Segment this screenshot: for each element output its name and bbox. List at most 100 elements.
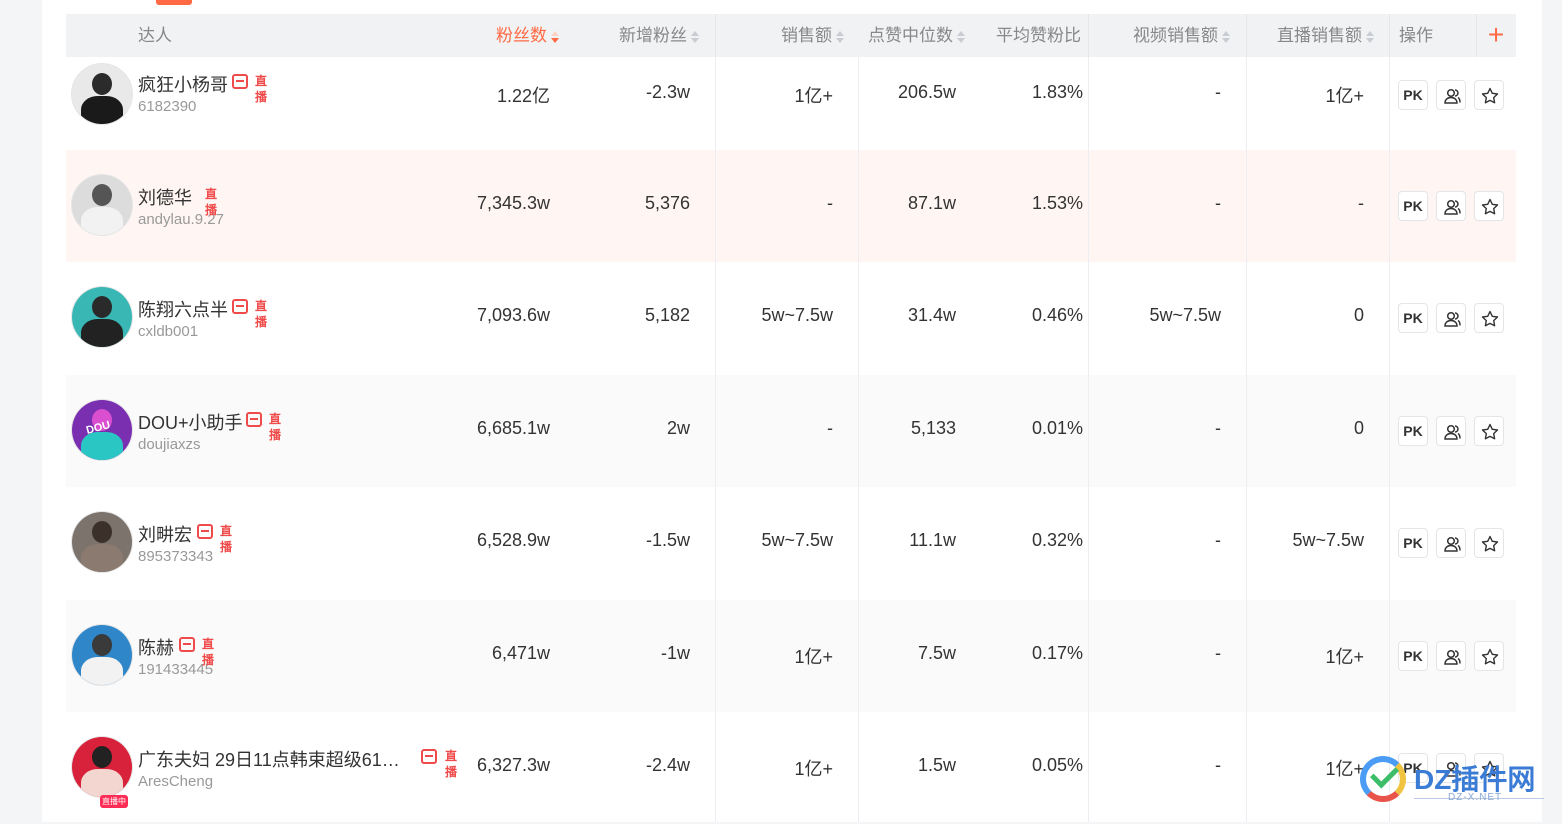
star-icon[interactable] [1474,303,1504,333]
watermark-subtext: DZ-X.NET [1448,792,1503,803]
live-badge-icon: 直播 [254,74,267,104]
cell-avg-like-ratio: 0.17% [1031,643,1083,663]
creator-avatar[interactable] [72,175,132,235]
cell-avg-like-ratio: 0.01% [1031,418,1083,438]
creator-name[interactable]: 疯狂小杨哥 [138,71,228,97]
pk-button[interactable]: PK [1398,416,1428,446]
table-row[interactable]: DOU DOU+小助手 doujiaxzs 直播 6,685.1w 2w - 5,133 0.0… [66,375,1516,487]
cell-live-sales: 1亿+ [1325,86,1364,106]
cell-sales: - [827,193,833,213]
creator-name[interactable]: DOU+小助手 [138,409,243,435]
cell-median-likes: 31.4w [907,305,956,325]
cell-new-followers: 5,182 [644,305,690,325]
pk-button[interactable]: PK [1398,80,1428,110]
users-icon[interactable] [1436,191,1466,221]
cell-avg-like-ratio: 0.32% [1031,530,1083,550]
cell-sales: 5w~7.5w [761,305,833,325]
creator-avatar[interactable] [72,625,132,685]
cell-avg-like-ratio: 0.05% [1031,755,1083,775]
cell-live-sales: 1亿+ [1325,759,1364,779]
cell-followers: 7,093.6w [476,305,550,325]
tv-badge-icon [232,299,248,314]
live-badge-icon: 直播 [444,749,457,779]
cell-new-followers: -1.5w [645,530,690,550]
table-row[interactable]: 疯狂小杨哥 6182390 直播 1.22亿 -2.3w 1亿+ 206.5w 1.83% - 1… [66,39,1516,151]
creator-avatar[interactable] [72,287,132,347]
cell-new-followers: -2.4w [645,755,690,775]
tv-badge-icon [179,637,195,652]
cell-live-sales: - [1358,193,1364,213]
pk-button[interactable]: PK [1398,303,1428,333]
creator-name[interactable]: 陈赫 [138,634,174,660]
creator-id: AresCheng [138,773,214,790]
cell-avg-like-ratio: 0.46% [1031,305,1083,325]
cell-live-sales: 1亿+ [1325,647,1364,667]
users-icon[interactable] [1436,416,1466,446]
cell-video-sales: - [1215,530,1221,550]
cell-sales: 5w~7.5w [761,530,833,550]
pk-button[interactable]: PK [1398,641,1428,671]
star-icon[interactable] [1474,80,1504,110]
creator-avatar[interactable]: DOU [72,400,132,460]
cell-followers: 6,528.9w [476,530,550,550]
cell-median-likes: 5,133 [910,418,956,438]
pk-button[interactable]: PK [1398,191,1428,221]
tv-badge-icon [232,74,248,89]
table-row[interactable]: 陈翔六点半 cxldb001 直播 7,093.6w 5,182 5w~7.5w 31.4w… [66,262,1516,374]
creator-id: cxldb001 [138,323,199,340]
users-icon[interactable] [1436,641,1466,671]
cell-live-sales: 0 [1353,305,1364,325]
table-row[interactable]: 刘畊宏 895373343 直播 6,528.9w -1.5w 5w~7.5w 11.1w 0… [66,487,1516,599]
table-row[interactable]: 陈赫 191433445 直播 6,471w -1w 1亿+ 7.5w 0.17% -1亿+ PK [66,600,1516,712]
cell-followers: 6,327.3w [476,755,550,775]
cell-avg-like-ratio: 1.53% [1031,193,1083,213]
creator-name[interactable]: 广东夫妇 29日11点韩束超级618... [138,746,404,772]
cell-live-sales: 0 [1353,418,1364,438]
cell-followers: 7,345.3w [476,193,550,213]
cell-video-sales: 5w~7.5w [1149,305,1221,325]
cell-video-sales: - [1215,82,1221,102]
cell-median-likes: 206.5w [897,82,956,102]
users-icon[interactable] [1436,303,1466,333]
cell-sales: - [827,418,833,438]
cell-followers: 1.22亿 [496,86,550,106]
tv-badge-icon [197,524,213,539]
cell-median-likes: 87.1w [907,193,956,213]
table-row[interactable]: 刘德华 andylau.9.27 直播 7,345.3w 5,376-87.1w 1.53… [66,150,1516,262]
creator-name[interactable]: 刘德华 [138,184,192,210]
cell-new-followers: 5,376 [644,193,690,213]
cell-new-followers: 2w [666,418,690,438]
creator-avatar[interactable] [72,64,132,124]
creator-name[interactable]: 刘畊宏 [138,521,192,547]
star-icon[interactable] [1474,641,1504,671]
live-badge-icon: 直播 [219,524,232,554]
cell-followers: 6,685.1w [476,418,550,438]
live-badge-icon: 直播 [204,187,217,217]
cell-video-sales: - [1215,193,1221,213]
tv-badge-icon [421,749,437,764]
cell-video-sales: - [1215,643,1221,663]
tv-badge-icon [246,412,262,427]
cell-followers: 6,471w [491,643,550,663]
cell-median-likes: 11.1w [909,530,956,550]
creator-id: 895373343 [138,548,214,565]
cell-new-followers: -2.3w [645,82,690,102]
site-watermark: DZ插件网 DZ-X.NET [1360,752,1550,812]
star-icon[interactable] [1474,416,1504,446]
creator-name[interactable]: 陈翔六点半 [138,296,228,322]
creator-avatar[interactable] [72,512,132,572]
table-row[interactable]: 直播中 广东夫妇 29日11点韩束超级618... AresCheng 直播 6,327… [66,712,1516,824]
star-icon[interactable] [1474,528,1504,558]
cell-video-sales: - [1215,418,1221,438]
cell-sales: 1亿+ [794,759,833,779]
cell-video-sales: - [1215,755,1221,775]
cell-median-likes: 7.5w [917,643,956,663]
creator-avatar[interactable] [72,737,132,797]
users-icon[interactable] [1436,80,1466,110]
star-icon[interactable] [1474,191,1504,221]
creator-id: doujiaxzs [138,436,201,453]
live-badge-icon: 直播 [201,637,214,667]
pk-button[interactable]: PK [1398,528,1428,558]
users-icon[interactable] [1436,528,1466,558]
cell-live-sales: 5w~7.5w [1292,530,1364,550]
